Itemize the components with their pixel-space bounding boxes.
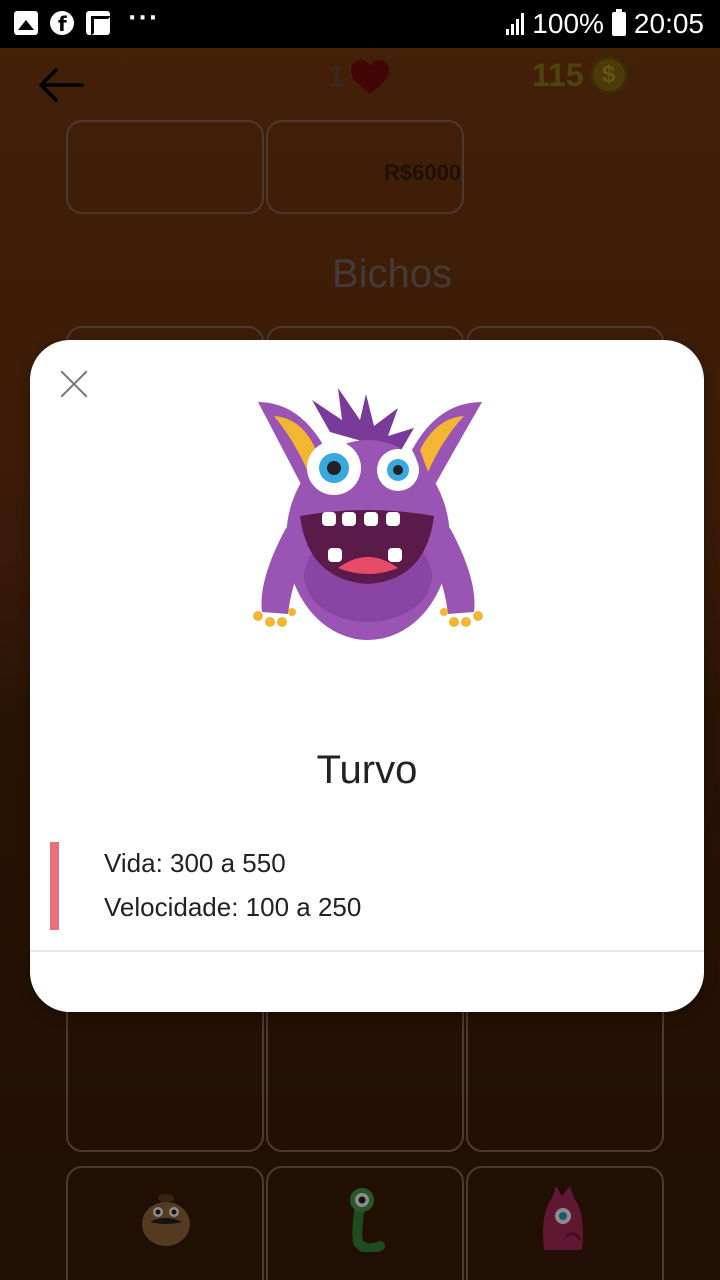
clock: 20:05: [633, 8, 704, 39]
life-stat: Vida: 300 a 550: [104, 848, 286, 878]
notification-icons: ···: [14, 6, 159, 36]
dialog-divider: [30, 950, 704, 952]
signal-icon: [506, 13, 525, 35]
system-status: 100% 20:05: [506, 8, 704, 40]
speed-stat: Velocidade: 100 a 250: [104, 892, 362, 922]
battery-icon: [611, 9, 626, 36]
flipboard-icon: [86, 11, 111, 36]
more-notifications-icon: ···: [128, 5, 160, 31]
close-icon[interactable]: [58, 368, 90, 400]
gallery-icon: [14, 11, 38, 35]
status-bar: ··· 100% 20:05: [0, 0, 720, 48]
monster-name: Turvo: [316, 748, 418, 792]
battery-percent: 100%: [532, 8, 604, 39]
stats-accent-bar: [50, 842, 59, 930]
facebook-icon: [50, 11, 74, 36]
monster-details-dialog: Turvo Vida: 300 a 550 Velocidade: 100 a …: [30, 340, 704, 1012]
monster-illustration: [253, 388, 483, 640]
